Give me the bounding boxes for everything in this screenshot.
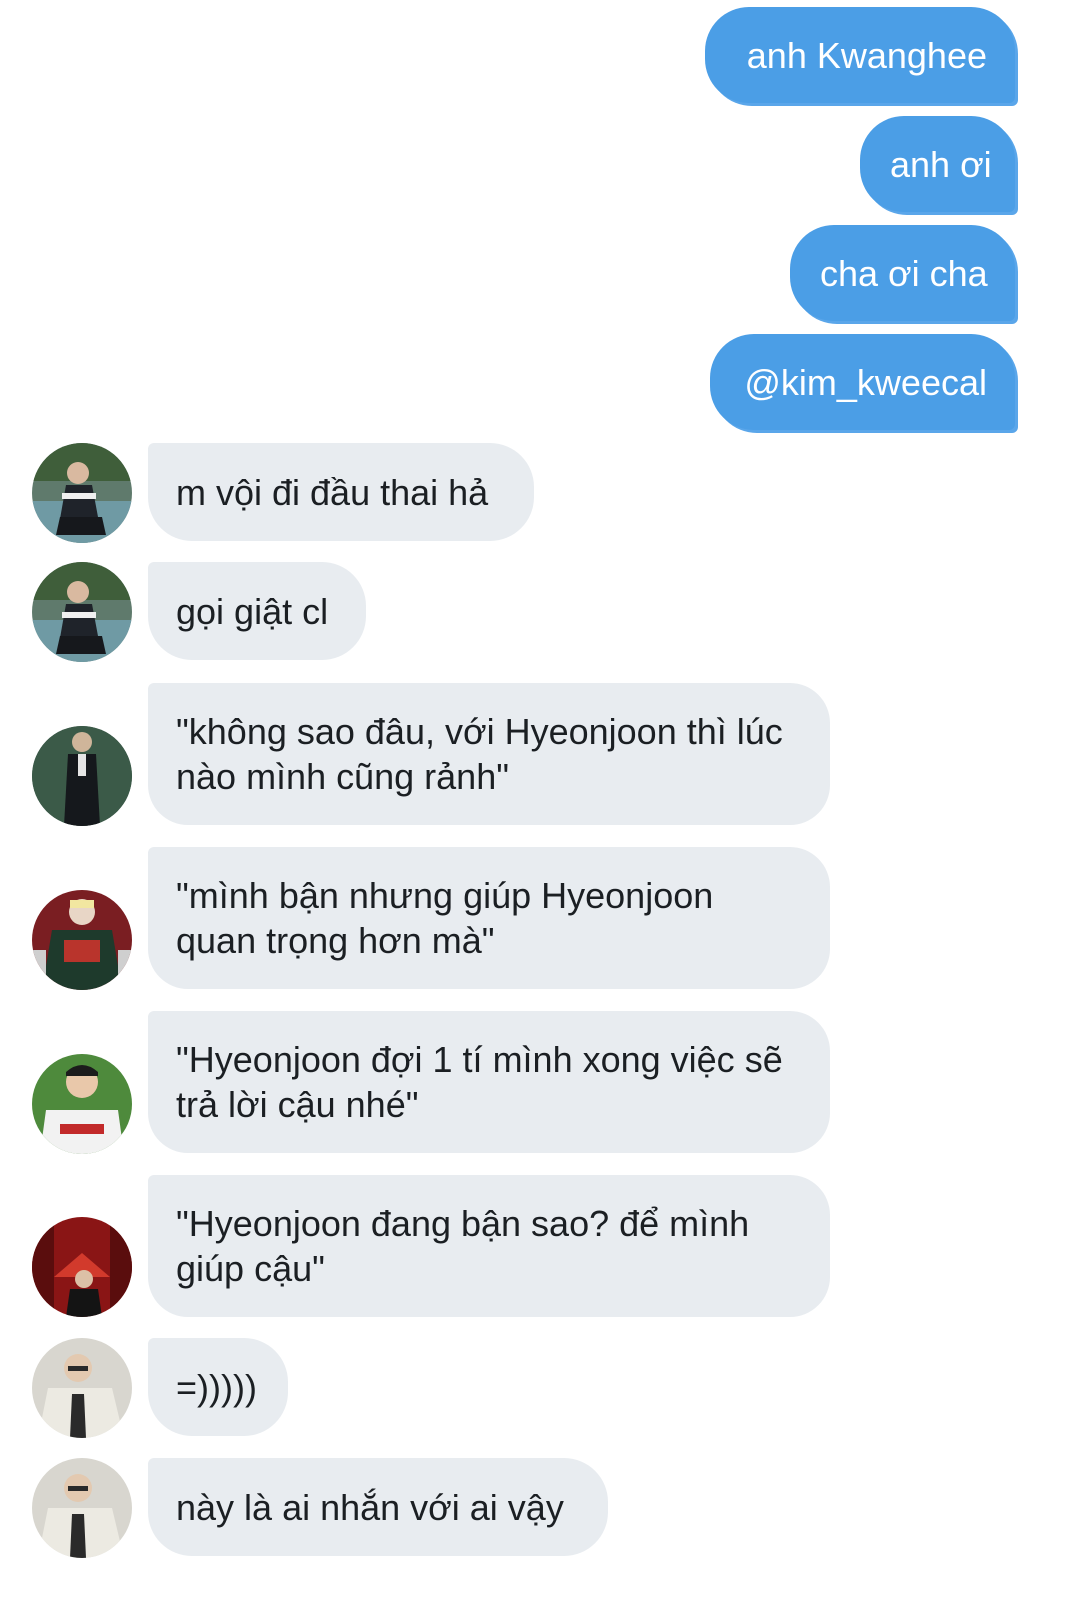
received-message-bubble[interactable]: "Hyeonjoon đợi 1 tí mình xong việc sẽ tr… (148, 1011, 830, 1153)
message-text: anh Kwanghee (746, 35, 987, 76)
received-message-bubble[interactable]: này là ai nhắn với ai vậy (148, 1458, 608, 1556)
message-text: "không sao đâu, với Hyeonjoon thì lúc nà… (176, 711, 783, 797)
received-message-bubble[interactable]: "không sao đâu, với Hyeonjoon thì lúc nà… (148, 683, 830, 825)
contact-avatar[interactable] (32, 726, 132, 826)
avatar-photo (32, 562, 132, 662)
contact-avatar[interactable] (32, 1458, 132, 1558)
sent-message-bubble[interactable]: anh Kwanghee (705, 7, 1015, 103)
received-message-bubble[interactable]: =))))) (148, 1338, 288, 1436)
contact-avatar[interactable] (32, 1217, 132, 1317)
contact-avatar[interactable] (32, 443, 132, 543)
avatar-photo (32, 443, 132, 543)
contact-avatar[interactable] (32, 890, 132, 990)
message-text: anh ơi (890, 144, 992, 185)
message-text: =))))) (176, 1366, 257, 1408)
avatar-photo (32, 1338, 132, 1438)
avatar-photo (32, 726, 132, 826)
message-text: cha ơi cha (820, 253, 988, 294)
sent-message-bubble[interactable]: @kim_kweecal (710, 334, 1015, 430)
received-message-bubble[interactable]: gọi giật cl (148, 562, 366, 660)
received-message-bubble[interactable]: "mình bận nhưng giúp Hyeonjoon quan trọn… (148, 847, 830, 989)
message-text: m vội đi đầu thai hả (176, 471, 489, 513)
avatar-photo (32, 1458, 132, 1558)
message-text: "Hyeonjoon đang bận sao? để mình giúp cậ… (176, 1203, 750, 1289)
message-text: "mình bận nhưng giúp Hyeonjoon quan trọn… (176, 875, 714, 961)
contact-avatar[interactable] (32, 1338, 132, 1438)
avatar-photo (32, 1217, 132, 1317)
avatar-photo (32, 890, 132, 990)
message-text: "Hyeonjoon đợi 1 tí mình xong việc sẽ tr… (176, 1039, 783, 1125)
message-text: gọi giật cl (176, 590, 329, 632)
contact-avatar[interactable] (32, 562, 132, 662)
received-message-bubble[interactable]: "Hyeonjoon đang bận sao? để mình giúp cậ… (148, 1175, 830, 1317)
received-message-bubble[interactable]: m vội đi đầu thai hả (148, 443, 534, 541)
avatar-photo (32, 1054, 132, 1154)
sent-message-bubble[interactable]: anh ơi (860, 116, 1015, 212)
sent-message-bubble[interactable]: cha ơi cha (790, 225, 1015, 321)
contact-avatar[interactable] (32, 1054, 132, 1154)
message-text: này là ai nhắn với ai vậy (176, 1486, 564, 1528)
message-text: @kim_kweecal (744, 362, 987, 403)
